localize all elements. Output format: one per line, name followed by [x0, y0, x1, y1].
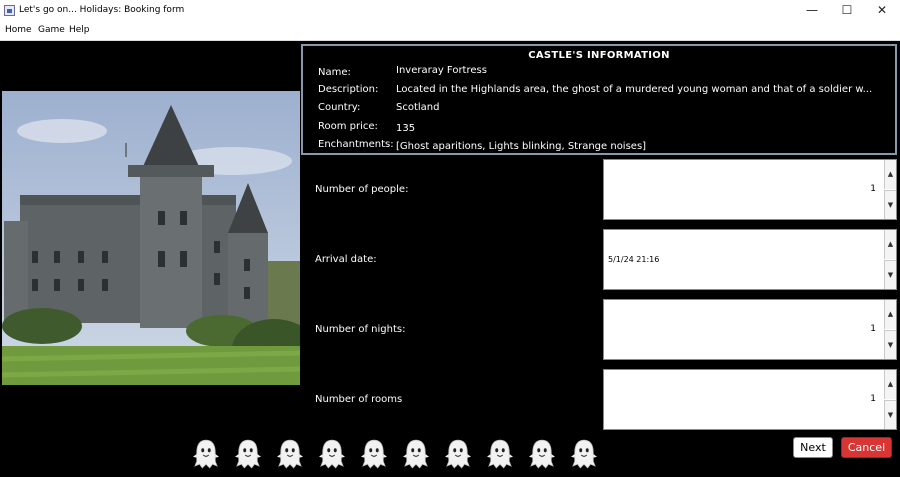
rooms-increment-button[interactable]: ▲ — [884, 370, 896, 399]
castle-info-panel: CASTLE'S INFORMATION Name: Inveraray For… — [301, 44, 897, 155]
enchantments-value: [Ghost aparitions, Lights blinking, Stra… — [396, 141, 647, 152]
people-increment-button[interactable]: ▲ — [884, 160, 896, 189]
app-icon — [4, 5, 15, 16]
arrival-date-value[interactable]: 5/1/24 21:16 — [608, 255, 876, 264]
menu-home[interactable]: Home — [5, 25, 32, 35]
people-spinner[interactable]: 1 ▲ ▼ — [603, 159, 897, 220]
nights-label: Number of nights: — [315, 324, 406, 335]
ghost-icon — [487, 439, 513, 469]
arrow-up-icon: ▲ — [887, 240, 894, 248]
ghost-row — [193, 438, 603, 470]
description-value: Located in the Highlands area, the ghost… — [396, 84, 873, 95]
arrival-date-label: Arrival date: — [315, 254, 377, 265]
nights-increment-button[interactable]: ▲ — [884, 300, 896, 329]
ghost-icon — [277, 439, 303, 469]
arrival-date-spinner[interactable]: 5/1/24 21:16 ▲ ▼ — [603, 229, 897, 290]
nights-decrement-button[interactable]: ▼ — [884, 330, 896, 359]
people-value[interactable]: 1 — [608, 184, 876, 194]
cancel-button[interactable]: Cancel — [841, 437, 892, 458]
maximize-button[interactable]: ☐ — [829, 0, 865, 22]
arrow-down-icon: ▼ — [887, 341, 894, 349]
country-value: Scotland — [396, 102, 440, 113]
title-bar: Let's go on... Holidays: Booking form — … — [0, 0, 900, 22]
arrow-down-icon: ▼ — [887, 411, 894, 419]
ghost-icon — [571, 439, 597, 469]
rooms-label: Number of rooms — [315, 394, 403, 405]
country-label: Country: — [318, 102, 361, 113]
close-button[interactable]: ✕ — [864, 0, 900, 22]
description-label: Description: — [318, 84, 379, 95]
arrival-decrement-button[interactable]: ▼ — [884, 260, 896, 289]
next-button[interactable]: Next — [793, 437, 833, 458]
rooms-value[interactable]: 1 — [608, 394, 876, 404]
arrow-down-icon: ▼ — [887, 201, 894, 209]
ghost-icon — [403, 439, 429, 469]
price-label: Room price: — [318, 121, 378, 132]
menu-bar: Home Game Help — [0, 22, 900, 41]
people-label: Number of people: — [315, 184, 409, 195]
arrow-up-icon: ▲ — [887, 170, 894, 178]
castle-photo — [2, 91, 300, 385]
ghost-icon — [361, 439, 387, 469]
name-label: Name: — [318, 67, 351, 78]
nights-value[interactable]: 1 — [608, 324, 876, 334]
nights-spinner[interactable]: 1 ▲ ▼ — [603, 299, 897, 360]
rooms-spinner[interactable]: 1 ▲ ▼ — [603, 369, 897, 430]
arrow-down-icon: ▼ — [887, 271, 894, 279]
castle-info-heading: CASTLE'S INFORMATION — [528, 50, 670, 61]
arrow-up-icon: ▲ — [887, 380, 894, 388]
window-title: Let's go on... Holidays: Booking form — [19, 5, 185, 15]
ghost-icon — [529, 439, 555, 469]
arrow-up-icon: ▲ — [887, 310, 894, 318]
people-decrement-button[interactable]: ▼ — [884, 190, 896, 219]
menu-help[interactable]: Help — [69, 25, 90, 35]
ghost-icon — [319, 439, 345, 469]
ghost-icon — [193, 439, 219, 469]
rooms-decrement-button[interactable]: ▼ — [884, 400, 896, 429]
ghost-icon — [445, 439, 471, 469]
name-value: Inveraray Fortress — [396, 65, 487, 76]
arrival-increment-button[interactable]: ▲ — [884, 230, 896, 259]
minimize-button[interactable]: — — [794, 0, 830, 22]
ghost-icon — [235, 439, 261, 469]
price-value: 135 — [396, 123, 416, 134]
menu-game[interactable]: Game — [38, 25, 65, 35]
enchantments-label: Enchantments: — [318, 139, 394, 150]
